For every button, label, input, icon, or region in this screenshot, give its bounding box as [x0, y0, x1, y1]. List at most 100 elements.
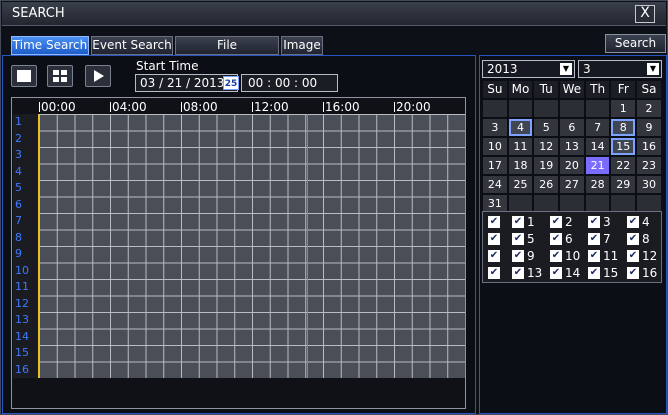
channel-checkbox[interactable]: ✔ [627, 216, 639, 228]
channel-label: 3 [15, 148, 22, 161]
calendar-day[interactable]: 18 [507, 156, 534, 175]
channel-checkbox-label: 15 [603, 266, 619, 280]
calendar-day[interactable]: 6 [559, 118, 585, 137]
single-view-button[interactable] [11, 65, 37, 87]
channel-checkbox-label: 10 [565, 249, 581, 263]
month-select[interactable]: 3 ▼ [578, 60, 662, 78]
channel-checkbox-label: 12 [642, 249, 658, 263]
channel-label: 15 [15, 346, 29, 359]
start-time-field[interactable]: 00 : 00 : 00 [241, 74, 338, 92]
tab-time-search[interactable]: Time Search [11, 36, 89, 55]
channel-checkbox[interactable]: ✔ [588, 250, 600, 262]
calendar-day[interactable]: 20 [559, 156, 585, 175]
all-channels-row-checkbox[interactable]: ✔ [488, 233, 500, 245]
calendar-day[interactable]: 30 [636, 175, 662, 194]
weekday-header: Th [584, 80, 611, 99]
close-button[interactable]: X [635, 5, 655, 23]
weekday-header: We [559, 80, 585, 99]
calendar-day[interactable]: 14 [584, 137, 611, 156]
channel-label: 11 [15, 280, 29, 293]
calendar-day[interactable]: 23 [636, 156, 662, 175]
channel-checkbox[interactable]: ✔ [512, 216, 524, 228]
channel-checkbox[interactable]: ✔ [512, 267, 524, 279]
channel-label: 12 [15, 296, 29, 310]
channel-label: 8 [15, 230, 22, 244]
all-channels-row-checkbox[interactable]: ✔ [488, 250, 500, 262]
channel-checkbox-label: 3 [603, 215, 611, 229]
calendar-day[interactable]: 13 [559, 137, 585, 156]
channel-checkbox-row: ✔ ✔ 5 ✔ 6 ✔ 7 ✔ 8 [486, 231, 661, 247]
calendar-day[interactable]: 26 [533, 175, 560, 194]
channel-label: 5 [15, 181, 22, 194]
calendar-day-selected[interactable]: 21 [584, 156, 611, 175]
calendar-day[interactable]: 2 [636, 99, 662, 118]
channel-checkbox[interactable]: ✔ [512, 233, 524, 245]
all-channels-row-checkbox[interactable]: ✔ [488, 267, 500, 279]
channel-label: 9 [15, 247, 22, 260]
calendar-day-recorded[interactable]: 4 [507, 118, 534, 137]
weekday-header: Sa [636, 80, 662, 99]
calendar-day[interactable]: 9 [636, 118, 662, 137]
channel-checkbox[interactable]: ✔ [588, 216, 600, 228]
quad-view-icon [53, 70, 67, 82]
timeline-cursor[interactable] [38, 114, 40, 378]
timeline-grid[interactable] [39, 114, 465, 378]
year-select[interactable]: 2013 ▼ [482, 60, 575, 78]
hour-tick [39, 102, 40, 112]
channel-checkbox[interactable]: ✔ [627, 233, 639, 245]
calendar-day[interactable]: 22 [610, 156, 637, 175]
calendar-icon[interactable]: 25 [223, 76, 239, 90]
play-button[interactable] [85, 65, 111, 87]
channel-checkbox-label: 4 [642, 215, 650, 229]
calendar-day[interactable]: 11 [507, 137, 534, 156]
weekday-header: Mo [507, 80, 534, 99]
calendar-day[interactable]: 3 [482, 118, 508, 137]
calendar-day[interactable]: 16 [636, 137, 662, 156]
single-view-icon [17, 70, 31, 82]
calendar-grid: Su Mo Tu We Th Fr Sa 1 2 3 4 5 6 7 8 9 1… [482, 80, 662, 213]
channel-checkbox[interactable]: ✔ [550, 216, 562, 228]
tab-image[interactable]: Image [281, 36, 323, 55]
channel-checkbox-row: ✔ ✔ 13 ✔ 14 ✔ 15 ✔ 16 [486, 265, 661, 281]
channel-checkbox[interactable]: ✔ [588, 233, 600, 245]
search-button[interactable]: Search [605, 34, 666, 53]
tab-file-management[interactable]: File Management [175, 36, 279, 69]
hour-label: 00:00 [41, 100, 76, 114]
calendar-day[interactable]: 24 [482, 175, 508, 194]
calendar-day[interactable]: 19 [533, 156, 560, 175]
channel-checkbox[interactable]: ✔ [512, 250, 524, 262]
channel-checkbox[interactable]: ✔ [627, 250, 639, 262]
play-icon [94, 70, 104, 82]
channel-checkbox-row: ✔ ✔ 1 ✔ 2 ✔ 3 ✔ 4 [486, 214, 661, 230]
hour-tick [181, 102, 182, 112]
hour-label: 12:00 [254, 100, 289, 114]
calendar-day[interactable]: 27 [559, 175, 585, 194]
channel-label: 2 [15, 131, 22, 145]
calendar-day-empty [482, 99, 508, 118]
calendar-day[interactable]: 25 [507, 175, 534, 194]
hour-label: 20:00 [396, 100, 431, 114]
calendar-day[interactable]: 5 [533, 118, 560, 137]
channel-checkbox[interactable]: ✔ [550, 250, 562, 262]
calendar-day[interactable]: 7 [584, 118, 611, 137]
calendar-day[interactable]: 29 [610, 175, 637, 194]
chevron-down-icon: ▼ [647, 63, 659, 75]
timeline-panel[interactable]: 00:00 04:00 08:00 12:00 16:00 20:00 1 2 … [11, 97, 466, 409]
calendar-day[interactable]: 17 [482, 156, 508, 175]
channel-label: 7 [15, 214, 22, 227]
calendar-day-recorded[interactable]: 8 [610, 118, 637, 137]
channel-checkbox[interactable]: ✔ [550, 233, 562, 245]
weekday-header: Tu [533, 80, 560, 99]
calendar-day-empty [559, 99, 585, 118]
all-channels-row-checkbox[interactable]: ✔ [488, 216, 500, 228]
calendar-day[interactable]: 28 [584, 175, 611, 194]
calendar-day[interactable]: 10 [482, 137, 508, 156]
channel-checkbox[interactable]: ✔ [588, 267, 600, 279]
channel-checkbox[interactable]: ✔ [627, 267, 639, 279]
channel-checkbox[interactable]: ✔ [550, 267, 562, 279]
calendar-day[interactable]: 12 [533, 137, 560, 156]
tab-event-search[interactable]: Event Search [91, 36, 173, 55]
calendar-day[interactable]: 1 [610, 99, 637, 118]
quad-view-button[interactable] [47, 65, 73, 87]
calendar-day-recorded[interactable]: 15 [610, 137, 637, 156]
